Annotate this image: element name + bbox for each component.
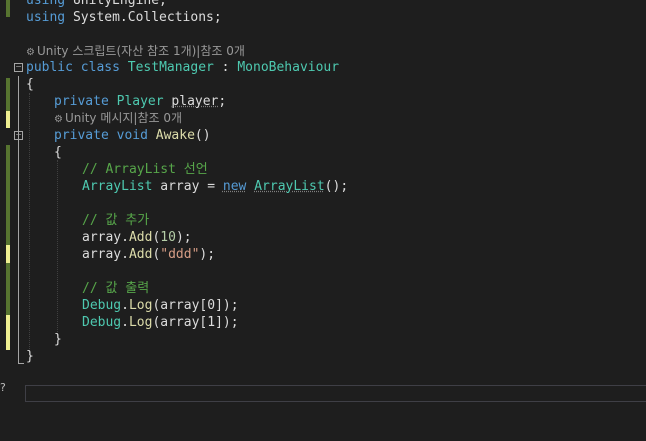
comment-token: // 값 출력 xyxy=(82,281,150,296)
keyword-token: public xyxy=(26,60,73,75)
keyword-token: private xyxy=(54,128,109,143)
method-name-token: Log xyxy=(128,298,153,313)
method-name-token: Awake xyxy=(155,128,195,143)
fold-toggle-icon[interactable]: − xyxy=(14,131,23,140)
variable-token: array xyxy=(82,247,122,262)
number-token: 10 xyxy=(160,230,176,245)
method-name-token: Log xyxy=(128,315,153,330)
brace-token: { xyxy=(26,77,34,92)
semicolon-token: ; xyxy=(218,94,227,109)
code-line[interactable]: { xyxy=(0,144,646,161)
dot-token: . xyxy=(121,230,129,245)
operator-token: = xyxy=(199,179,223,194)
fold-toggle-icon[interactable]: − xyxy=(14,63,23,72)
namespace-token: UnityEngine; xyxy=(72,0,167,8)
arguments-token: (array[1]); xyxy=(152,315,239,330)
type-token: ArrayList xyxy=(82,179,153,194)
code-line-method-declaration[interactable]: − private void Awake() xyxy=(0,127,646,144)
code-line[interactable]: using System.Collections; xyxy=(0,9,646,26)
bottom-panel-input[interactable] xyxy=(25,385,646,402)
codelens-class[interactable]: ⚙ Unity 스크립트(자산 참조 1개)|참조 0개 xyxy=(0,43,646,60)
code-line-comment[interactable]: // 값 추가 xyxy=(0,212,646,229)
arguments-token: (array[0]); xyxy=(152,298,239,313)
code-line-comment[interactable]: // 값 출력 xyxy=(0,280,646,297)
keyword-token: using xyxy=(26,10,66,25)
colon-token: : xyxy=(213,60,238,75)
margin-glyph: ? xyxy=(0,381,6,394)
base-class-token: MonoBehaviour xyxy=(237,60,340,75)
type-token: Debug xyxy=(82,315,122,330)
keyword-token: class xyxy=(80,60,120,75)
code-line[interactable]: } xyxy=(0,348,646,365)
code-line-comment[interactable]: // ArrayList 선언 xyxy=(0,161,646,178)
parens-token: () xyxy=(194,128,211,143)
dot-token: . xyxy=(121,315,129,330)
keyword-token: new xyxy=(222,179,247,194)
code-line-call[interactable]: Debug.Log(array[1]); xyxy=(0,314,646,331)
variable-token: array xyxy=(160,179,200,194)
comment-token: // ArrayList 선언 xyxy=(82,162,208,177)
code-line-declaration[interactable]: ArrayList array = new ArrayList(); xyxy=(0,178,646,195)
code-line-class-declaration[interactable]: − public class TestManager : MonoBehavio… xyxy=(0,59,646,76)
comment-token: // 값 추가 xyxy=(82,213,150,228)
code-line-call[interactable]: array.Add(10); xyxy=(0,229,646,246)
code-line-call[interactable]: array.Add("ddd"); xyxy=(0,246,646,263)
brace-token: { xyxy=(54,145,62,160)
namespace-token: System.Collections; xyxy=(72,10,222,25)
class-name-token: TestManager xyxy=(127,60,214,75)
brace-token: } xyxy=(54,332,62,347)
code-line[interactable]: using UnityEngine; xyxy=(0,0,646,9)
type-token: Debug xyxy=(82,298,122,313)
codelens-text[interactable]: Unity 메시지|참조 0개 xyxy=(65,111,182,125)
code-line-call[interactable]: Debug.Log(array[0]); xyxy=(0,297,646,314)
keyword-token: void xyxy=(116,128,148,143)
keyword-token: private xyxy=(54,94,109,109)
type-token: ArrayList xyxy=(254,179,325,194)
type-token: Player xyxy=(116,94,164,109)
code-line[interactable]: } xyxy=(0,331,646,348)
variable-token: array xyxy=(82,230,122,245)
method-name-token: Add xyxy=(128,247,153,262)
code-editor[interactable]: using UnityEngine; using System.Collecti… xyxy=(0,0,646,441)
dot-token: . xyxy=(121,247,129,262)
paren-token: ); xyxy=(199,247,216,262)
unity-icon: ⚙ xyxy=(54,114,63,125)
field-name-token: player xyxy=(171,94,219,109)
code-line[interactable]: { xyxy=(0,76,646,93)
unity-icon: ⚙ xyxy=(26,47,35,58)
brace-token: } xyxy=(26,349,34,364)
string-token: "ddd" xyxy=(160,247,200,262)
method-name-token: Add xyxy=(128,230,153,245)
keyword-token: using xyxy=(26,0,66,8)
paren-token: ); xyxy=(175,230,192,245)
punctuation-token: (); xyxy=(324,179,349,194)
codelens-method[interactable]: ⚙ Unity 메시지|참조 0개 xyxy=(0,110,646,127)
codelens-text[interactable]: Unity 스크립트(자산 참조 1개)|참조 0개 xyxy=(37,44,245,58)
code-line-field[interactable]: private Player player; xyxy=(0,93,646,110)
dot-token: . xyxy=(121,298,129,313)
